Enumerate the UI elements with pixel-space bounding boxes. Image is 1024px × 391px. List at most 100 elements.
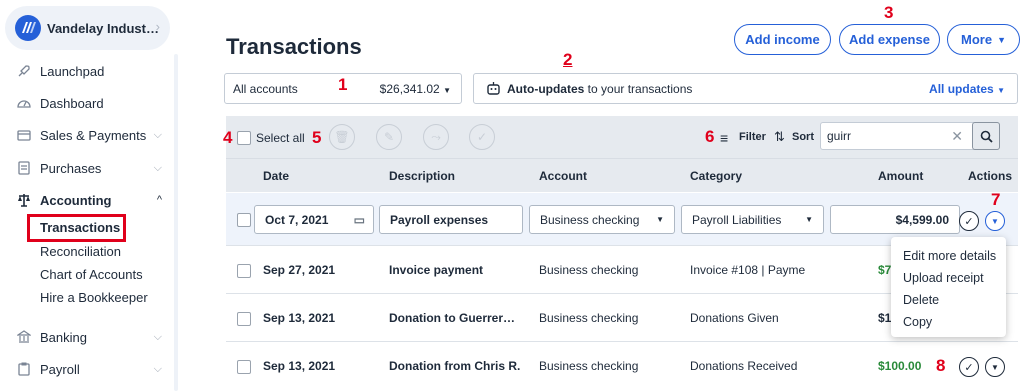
- category-field-value: Payroll Liabilities: [692, 212, 782, 227]
- company-logo-icon: [15, 15, 41, 41]
- row-description: Invoice payment: [389, 263, 484, 277]
- sidebar-item-payroll[interactable]: Payroll ⌵: [17, 359, 162, 379]
- column-header-amount[interactable]: Amount: [878, 169, 923, 183]
- row-account: Business checking: [539, 263, 639, 277]
- filter-button[interactable]: Filter: [739, 131, 766, 143]
- menu-item-upload-receipt[interactable]: Upload receipt: [891, 267, 1006, 289]
- account-select-label: All accounts: [233, 81, 298, 96]
- search-icon: [980, 130, 993, 143]
- date-field-value: Oct 7, 2021: [265, 212, 329, 227]
- column-header-description[interactable]: Description: [389, 169, 455, 183]
- account-balance: $26,341.02 ▼: [379, 81, 451, 96]
- actions-dropdown-icon[interactable]: ▼: [985, 357, 1005, 377]
- auto-updates-text: to your transactions: [587, 81, 693, 96]
- description-field[interactable]: Payroll expenses: [379, 205, 523, 234]
- actions-dropdown-icon[interactable]: ▼: [985, 211, 1005, 231]
- clear-search-icon[interactable]: ✕: [951, 128, 963, 145]
- auto-updates-bar: Auto-updates to your transactions All up…: [473, 73, 1018, 104]
- caret-down-icon: ▼: [805, 215, 813, 224]
- date-field[interactable]: Oct 7, 2021 ▭: [254, 205, 374, 234]
- sort-button[interactable]: Sort: [792, 131, 814, 143]
- row-checkbox[interactable]: [237, 312, 251, 326]
- sidebar-scrollbar[interactable]: [174, 54, 178, 391]
- sidebar-item-sales-payments[interactable]: Sales & Payments ⌵: [17, 125, 162, 145]
- annotation-3: 3: [884, 3, 894, 22]
- clipboard-icon: [18, 362, 30, 376]
- accept-icon[interactable]: ✓: [959, 357, 979, 377]
- chevron-right-icon: ›: [155, 19, 160, 34]
- menu-item-delete[interactable]: Delete: [891, 289, 1006, 311]
- account-field-value: Business checking: [540, 212, 640, 227]
- search-value: guirr: [827, 129, 852, 143]
- robot-icon: [487, 82, 500, 95]
- table-row[interactable]: Sep 13, 2021 Donation from Chris R. Busi…: [226, 342, 1018, 391]
- chevron-down-icon: ⌵: [153, 330, 162, 343]
- sidebar: Vandelay Indust… › Launchpad Dashboard S…: [0, 0, 183, 391]
- sidebar-item-purchases[interactable]: Purchases ⌵: [17, 158, 162, 178]
- select-all-label: Select all: [256, 131, 305, 145]
- row-category: Donations Received: [690, 359, 798, 373]
- chevron-down-icon: ⌵: [153, 128, 162, 141]
- card-icon: [17, 130, 31, 141]
- column-header-date[interactable]: Date: [263, 169, 289, 183]
- auto-updates-title: Auto-updates: [507, 81, 585, 96]
- annotation-6: 6: [705, 127, 715, 146]
- sidebar-item-label: Payroll: [40, 361, 80, 377]
- more-button[interactable]: More ▼: [947, 24, 1020, 55]
- scales-icon: [18, 194, 30, 207]
- sidebar-item-label: Accounting: [40, 192, 112, 208]
- sidebar-subitem-hire-bookkeeper[interactable]: Hire a Bookkeeper: [40, 290, 148, 305]
- caret-down-icon: ▼: [656, 215, 664, 224]
- sidebar-subitem-reconciliation[interactable]: Reconciliation: [40, 244, 121, 259]
- row-description: Donation to Guerrer…: [389, 311, 516, 325]
- account-field[interactable]: Business checking ▼: [529, 205, 675, 234]
- search-button[interactable]: [972, 122, 1000, 150]
- sidebar-item-banking[interactable]: Banking ⌵: [17, 327, 162, 347]
- row-checkbox[interactable]: [237, 264, 251, 278]
- amount-field[interactable]: $4,599.00: [830, 205, 960, 234]
- page-title: Transactions: [226, 34, 362, 59]
- annotation-5: 5: [312, 128, 322, 147]
- annotation-7: 7: [991, 190, 1001, 209]
- sidebar-item-launchpad[interactable]: Launchpad: [17, 61, 162, 81]
- row-checkbox[interactable]: [237, 360, 251, 374]
- bulk-merge-icon[interactable]: ⤳: [423, 124, 449, 150]
- table-header: Date Description Account Category Amount…: [226, 158, 1018, 192]
- bulk-toolbar: Select all 🗑 ✎ ⤳ ✓ ≡ Filter ⇅ Sort guirr…: [226, 116, 1018, 158]
- gauge-icon: [17, 100, 31, 108]
- row-date: Sep 13, 2021: [263, 311, 336, 325]
- menu-item-copy[interactable]: Copy: [891, 311, 1006, 333]
- sort-icon: ⇅: [774, 129, 785, 144]
- menu-item-edit-details[interactable]: Edit more details: [891, 245, 1006, 267]
- accept-icon[interactable]: ✓: [959, 211, 979, 231]
- chevron-down-icon: ⌵: [153, 161, 162, 174]
- row-date: Sep 13, 2021: [263, 359, 336, 373]
- row-date: Sep 27, 2021: [263, 263, 336, 277]
- highlight-box: [27, 214, 126, 242]
- select-all-checkbox[interactable]: [237, 131, 251, 145]
- sidebar-subitem-chart-of-accounts[interactable]: Chart of Accounts: [40, 267, 143, 282]
- bulk-delete-icon[interactable]: 🗑: [329, 124, 355, 150]
- row-checkbox[interactable]: [237, 213, 251, 227]
- business-switcher[interactable]: Vandelay Indust… ›: [5, 6, 170, 50]
- sidebar-item-label: Launchpad: [40, 63, 105, 79]
- column-header-category[interactable]: Category: [690, 169, 742, 183]
- all-updates-link[interactable]: All updates ▼: [929, 82, 1005, 96]
- chevron-down-icon: ⌵: [153, 362, 162, 375]
- sidebar-item-accounting[interactable]: Accounting ^: [17, 190, 162, 210]
- caret-down-icon: ▼: [997, 34, 1006, 45]
- annotation-8: 8: [936, 356, 946, 375]
- sidebar-item-label: Purchases: [40, 160, 102, 176]
- column-header-account[interactable]: Account: [539, 169, 587, 183]
- sidebar-item-dashboard[interactable]: Dashboard: [17, 93, 162, 113]
- add-expense-button[interactable]: Add expense: [839, 24, 940, 55]
- calendar-icon[interactable]: ▭: [354, 213, 365, 227]
- chevron-up-icon: ^: [156, 194, 162, 206]
- row-category: Invoice #108 | Payme: [690, 263, 806, 277]
- search-input[interactable]: guirr ✕: [820, 122, 1000, 150]
- category-field[interactable]: Payroll Liabilities ▼: [681, 205, 824, 234]
- row-category: Donations Given: [690, 311, 779, 325]
- add-income-button[interactable]: Add income: [734, 24, 831, 55]
- bulk-edit-icon[interactable]: ✎: [376, 124, 402, 150]
- bulk-accept-icon[interactable]: ✓: [469, 124, 495, 150]
